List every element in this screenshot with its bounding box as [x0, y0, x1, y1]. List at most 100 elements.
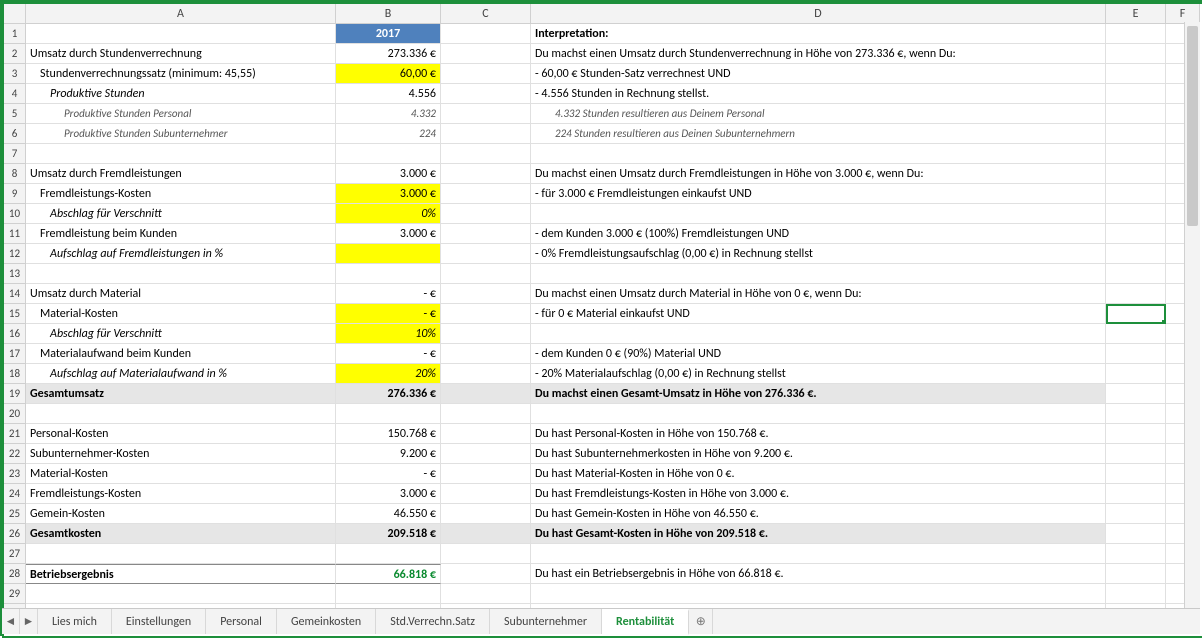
cell-col-d[interactable]: - dem Kunden 0 € (90%) Material UND	[531, 344, 1106, 364]
cell-col-b[interactable]: - €	[336, 284, 441, 304]
cell-col-d[interactable]	[531, 324, 1106, 344]
cell-col-a[interactable]: Gemein-Kosten	[26, 504, 336, 524]
cell-col-d[interactable]	[531, 204, 1106, 224]
column-header[interactable]: D	[531, 4, 1106, 24]
cell-col-d[interactable]: - dem Kunden 3.000 € (100%) Fremdleistun…	[531, 224, 1106, 244]
cell-col-a[interactable]: Fremdleistungs-Kosten	[26, 484, 336, 504]
cell-col-d[interactable]: Du machst einen Umsatz durch Material in…	[531, 284, 1106, 304]
cell-col-e[interactable]	[1106, 364, 1166, 384]
row-header[interactable]: 9	[4, 184, 26, 204]
cell-col-d[interactable]	[531, 544, 1106, 564]
cell-col-d[interactable]	[531, 584, 1106, 604]
cell-col-c[interactable]	[441, 364, 531, 384]
cell-col-c[interactable]	[441, 344, 531, 364]
cell-col-c[interactable]	[441, 64, 531, 84]
cell-col-c[interactable]	[441, 444, 531, 464]
cell-col-a[interactable]: Subunternehmer-Kosten	[26, 444, 336, 464]
cell-col-e[interactable]	[1106, 344, 1166, 364]
cell-col-a[interactable]: Umsatz durch Fremdleistungen	[26, 164, 336, 184]
tab-nav-first[interactable]: ◄	[2, 609, 20, 634]
cell-e1[interactable]	[1106, 24, 1166, 44]
cell-col-c[interactable]	[441, 564, 531, 584]
tab-nav-last[interactable]: ►	[20, 609, 38, 634]
cell-col-c[interactable]	[441, 524, 531, 544]
sheet-tab[interactable]: Std.Verrechn.Satz	[376, 609, 490, 634]
row-header[interactable]: 7	[4, 144, 26, 164]
cell-col-b[interactable]: 276.336 €	[336, 384, 441, 404]
cell-col-d[interactable]: 4.332 Stunden resultieren aus Deinem Per…	[531, 104, 1106, 124]
cell-col-e[interactable]	[1106, 444, 1166, 464]
cell-col-d[interactable]: - 0% Fremdleistungsaufschlag (0,00 €) in…	[531, 244, 1106, 264]
cell-col-d[interactable]: - 20% Materialaufschlag (0,00 €) in Rech…	[531, 364, 1106, 384]
cell-col-c[interactable]	[441, 224, 531, 244]
cell-col-e[interactable]	[1106, 104, 1166, 124]
row-header[interactable]: 16	[4, 324, 26, 344]
cell-col-b[interactable]: - €	[336, 344, 441, 364]
cell-col-b[interactable]: 4.332	[336, 104, 441, 124]
cell-col-c[interactable]	[441, 324, 531, 344]
column-header[interactable]: E	[1106, 4, 1166, 24]
row-header[interactable]: 21	[4, 424, 26, 444]
cell-col-a[interactable]: Fremdleistungs-Kosten	[26, 184, 336, 204]
cell-col-e[interactable]	[1106, 284, 1166, 304]
row-header[interactable]: 18	[4, 364, 26, 384]
cell-col-e[interactable]	[1106, 544, 1166, 564]
column-header[interactable]: B	[336, 4, 441, 24]
cell-col-e[interactable]	[1106, 144, 1166, 164]
cell-col-b[interactable]: 150.768 €	[336, 424, 441, 444]
cell-col-d[interactable]: - 4.556 Stunden in Rechnung stellst.	[531, 84, 1106, 104]
cell-col-c[interactable]	[441, 164, 531, 184]
add-sheet-button[interactable]: ⊕	[689, 609, 713, 634]
cell-col-c[interactable]	[441, 244, 531, 264]
column-header[interactable]: C	[441, 4, 531, 24]
row-header[interactable]: 8	[4, 164, 26, 184]
cell-col-a[interactable]	[26, 264, 336, 284]
cell-col-d[interactable]: Du hast Subunternehmerkosten in Höhe von…	[531, 444, 1106, 464]
cell-col-a[interactable]: Personal-Kosten	[26, 424, 336, 444]
cell-col-b[interactable]	[336, 144, 441, 164]
cell-col-b[interactable]	[336, 544, 441, 564]
cell-col-e[interactable]	[1106, 524, 1166, 544]
cell-col-d[interactable]: Du hast ein Betriebsergebnis in Höhe von…	[531, 564, 1106, 584]
cell-col-b[interactable]: 273.336 €	[336, 44, 441, 64]
cell-col-b[interactable]: 224	[336, 124, 441, 144]
cell-col-d[interactable]: - für 0 € Material einkaufst UND	[531, 304, 1106, 324]
cell-col-a[interactable]	[26, 144, 336, 164]
cell-col-e[interactable]	[1106, 384, 1166, 404]
cell-col-c[interactable]	[441, 404, 531, 424]
cell-col-b[interactable]: 9.200 €	[336, 444, 441, 464]
cell-col-e[interactable]	[1106, 504, 1166, 524]
row-header[interactable]: 15	[4, 304, 26, 324]
cell-col-d[interactable]: - für 3.000 € Fremdleistungen einkaufst …	[531, 184, 1106, 204]
cell-col-a[interactable]	[26, 584, 336, 604]
cell-col-d[interactable]: Du machst einen Umsatz durch Fremdleistu…	[531, 164, 1106, 184]
row-header[interactable]: 12	[4, 244, 26, 264]
row-header[interactable]: 26	[4, 524, 26, 544]
row-header[interactable]: 23	[4, 464, 26, 484]
cell-col-a[interactable]: Aufschlag auf Materialaufwand in %	[26, 364, 336, 384]
cell-col-c[interactable]	[441, 304, 531, 324]
cell-col-b[interactable]	[336, 264, 441, 284]
cell-col-e[interactable]	[1106, 484, 1166, 504]
cell-col-e[interactable]	[1106, 84, 1166, 104]
cell-col-b[interactable]: - €	[336, 304, 441, 324]
cell-col-c[interactable]	[441, 544, 531, 564]
spreadsheet-grid[interactable]: ABCDEF12017Interpretation:2Umsatz durch …	[4, 4, 1202, 624]
cell-col-b[interactable]: 3.000 €	[336, 184, 441, 204]
vertical-scrollbar[interactable]	[1184, 22, 1200, 608]
row-header[interactable]: 20	[4, 404, 26, 424]
cell-col-e[interactable]	[1106, 64, 1166, 84]
cell-col-a[interactable]: Produktive Stunden Personal	[26, 104, 336, 124]
cell-col-b[interactable]: 209.518 €	[336, 524, 441, 544]
row-header[interactable]: 22	[4, 444, 26, 464]
cell-col-d[interactable]: 224 Stunden resultieren aus Deinen Subun…	[531, 124, 1106, 144]
column-header[interactable]: F	[1166, 4, 1200, 24]
row-header[interactable]: 6	[4, 124, 26, 144]
cell-col-e[interactable]	[1106, 324, 1166, 344]
cell-col-a[interactable]: Gesamtkosten	[26, 524, 336, 544]
sheet-tab[interactable]: Personal	[206, 609, 277, 634]
cell-col-a[interactable]: Produktive Stunden Subunternehmer	[26, 124, 336, 144]
cell-col-c[interactable]	[441, 284, 531, 304]
column-header[interactable]: A	[26, 4, 336, 24]
cell-col-b[interactable]: - €	[336, 464, 441, 484]
